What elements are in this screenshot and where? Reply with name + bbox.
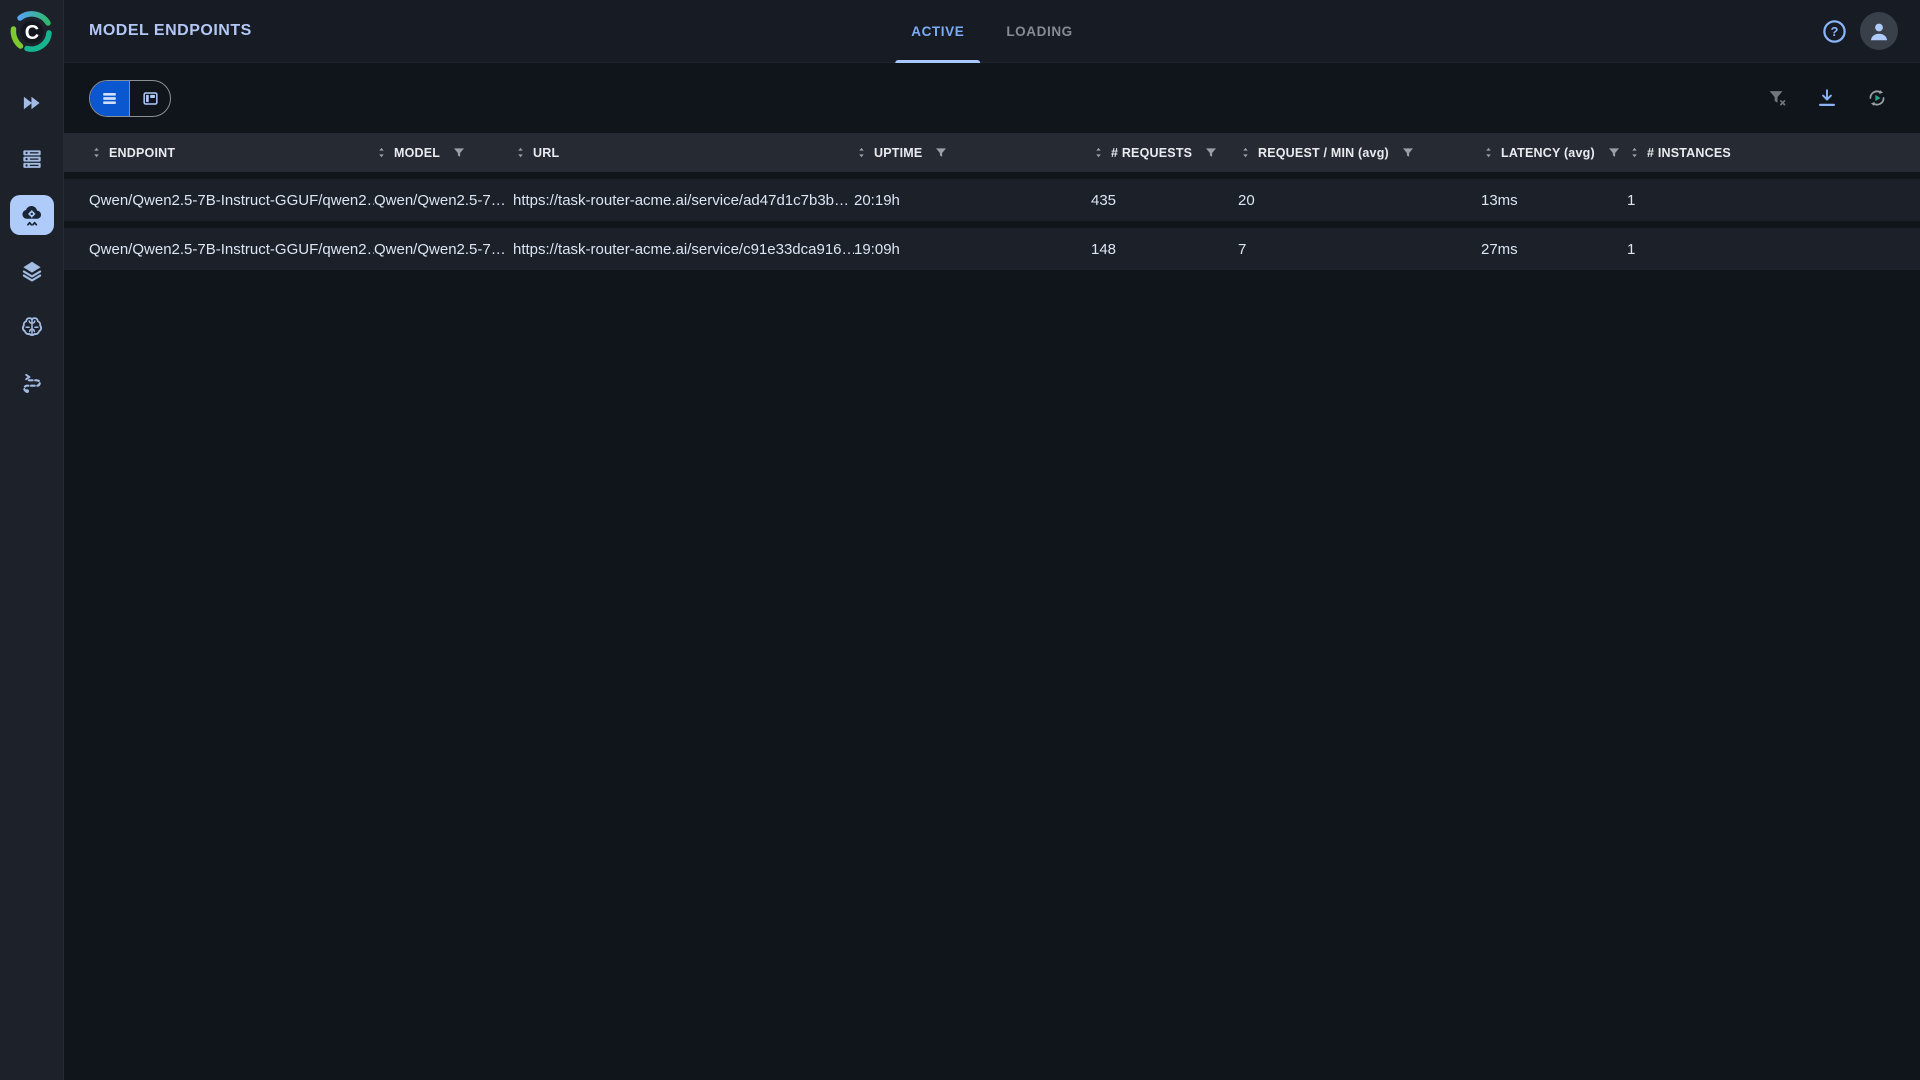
cell-request-per-min: 20 — [1238, 192, 1481, 209]
column-header-requests[interactable]: # REQUESTS — [1091, 145, 1238, 160]
filter-icon[interactable] — [1401, 146, 1415, 160]
content: ENDPOINT MODEL URL UPTIME — [64, 63, 1920, 270]
fast-forward-icon — [19, 90, 45, 116]
clear-filters-button[interactable] — [1766, 87, 1788, 109]
sidebar-item-route[interactable] — [10, 363, 54, 403]
app-bar: MODEL ENDPOINTS ACTIVE LOADING ? — [64, 0, 1920, 63]
sidebar-item-fast-forward[interactable] — [10, 83, 54, 123]
main-area: MODEL ENDPOINTS ACTIVE LOADING ? — [63, 0, 1920, 1080]
filter-icon[interactable] — [452, 146, 466, 160]
cell-endpoint[interactable]: Qwen/Qwen2.5-7B-Instruct-GGUF/qwen2… — [89, 192, 374, 209]
column-header-endpoint[interactable]: ENDPOINT — [89, 145, 374, 160]
tab-active-label: ACTIVE — [911, 24, 964, 39]
cell-url[interactable]: https://task-router-acme.ai/service/c91e… — [513, 241, 854, 258]
brain-icon — [19, 314, 45, 340]
sidebar-item-server[interactable] — [10, 139, 54, 179]
column-header-request-per-min[interactable]: REQUEST / MIN (avg) — [1238, 145, 1481, 160]
column-label: # INSTANCES — [1647, 146, 1731, 160]
cell-model: Qwen/Qwen2.5-7… — [374, 241, 513, 258]
filter-icon[interactable] — [1204, 146, 1218, 160]
tab-loading-label: LOADING — [1006, 24, 1072, 39]
cell-uptime: 19:09h — [854, 241, 1091, 258]
column-header-latency[interactable]: LATENCY (avg) — [1481, 145, 1627, 160]
toolbar — [64, 63, 1920, 133]
logo-c-icon: C — [8, 8, 56, 56]
sort-icon[interactable] — [1091, 145, 1106, 160]
tab-bar: ACTIVE LOADING — [891, 0, 1093, 62]
auto-refresh-button[interactable] — [1866, 87, 1888, 109]
svg-text:?: ? — [1831, 24, 1839, 39]
download-icon — [1816, 87, 1838, 109]
cell-url[interactable]: https://task-router-acme.ai/service/ad47… — [513, 192, 854, 209]
table-row[interactable]: Qwen/Qwen2.5-7B-Instruct-GGUF/qwen2… Qwe… — [64, 179, 1920, 221]
view-toggle — [89, 80, 171, 117]
sort-icon[interactable] — [374, 145, 389, 160]
page-title: MODEL ENDPOINTS — [89, 22, 252, 40]
endpoints-table: ENDPOINT MODEL URL UPTIME — [64, 133, 1920, 270]
sidebar-nav — [10, 63, 54, 403]
toolbar-actions — [1766, 87, 1888, 109]
cell-latency: 27ms — [1481, 241, 1627, 258]
column-header-uptime[interactable]: UPTIME — [854, 145, 1091, 160]
cell-requests: 435 — [1091, 192, 1238, 209]
column-header-instances[interactable]: # INSTANCES — [1627, 145, 1920, 160]
column-header-url[interactable]: URL — [513, 145, 854, 160]
user-avatar-icon — [1866, 18, 1892, 44]
sort-icon[interactable] — [1481, 145, 1496, 160]
help-button[interactable]: ? — [1821, 18, 1848, 45]
filter-icon[interactable] — [934, 146, 948, 160]
cell-instances: 1 — [1627, 192, 1920, 209]
server-icon — [19, 146, 45, 172]
cell-model: Qwen/Qwen2.5-7… — [374, 192, 513, 209]
column-label: ENDPOINT — [109, 146, 175, 160]
help-icon: ? — [1821, 18, 1848, 45]
tab-active[interactable]: ACTIVE — [891, 0, 984, 62]
column-label: MODEL — [394, 146, 440, 160]
card-view-icon — [141, 89, 160, 108]
sort-icon[interactable] — [513, 145, 528, 160]
filter-icon[interactable] — [1607, 146, 1621, 160]
filter-clear-icon — [1766, 87, 1788, 109]
sort-icon[interactable] — [1238, 145, 1253, 160]
table-row[interactable]: Qwen/Qwen2.5-7B-Instruct-GGUF/qwen2… Qwe… — [64, 228, 1920, 270]
sidebar-item-brain[interactable] — [10, 307, 54, 347]
sidebar-item-layers[interactable] — [10, 251, 54, 291]
tab-loading[interactable]: LOADING — [986, 0, 1092, 62]
cell-requests: 148 — [1091, 241, 1238, 258]
cell-latency: 13ms — [1481, 192, 1627, 209]
svg-text:C: C — [24, 22, 38, 44]
download-button[interactable] — [1816, 87, 1838, 109]
table-header-row: ENDPOINT MODEL URL UPTIME — [64, 133, 1920, 172]
table-view-button[interactable] — [90, 81, 130, 116]
cell-uptime: 20:19h — [854, 192, 1091, 209]
auto-refresh-icon — [1866, 87, 1888, 109]
column-label: LATENCY (avg) — [1501, 146, 1595, 160]
card-view-button[interactable] — [130, 81, 170, 116]
sort-icon[interactable] — [854, 145, 869, 160]
app-logo[interactable]: C — [0, 0, 63, 63]
cloud-gear-icon — [19, 202, 45, 228]
sort-icon[interactable] — [1627, 145, 1642, 160]
column-label: REQUEST / MIN (avg) — [1258, 146, 1389, 160]
sidebar-item-model-endpoints[interactable] — [10, 195, 54, 235]
table-view-icon — [100, 89, 119, 108]
app-root: C — [0, 0, 1920, 1080]
user-avatar-button[interactable] — [1860, 12, 1898, 50]
sidebar: C — [0, 0, 63, 1080]
sort-icon[interactable] — [89, 145, 104, 160]
column-label: # REQUESTS — [1111, 146, 1192, 160]
column-header-model[interactable]: MODEL — [374, 145, 513, 160]
cell-request-per-min: 7 — [1238, 241, 1481, 258]
column-label: URL — [533, 146, 559, 160]
appbar-actions: ? — [1821, 12, 1898, 50]
cell-instances: 1 — [1627, 241, 1920, 258]
column-label: UPTIME — [874, 146, 922, 160]
layers-icon — [19, 258, 45, 284]
active-tab-underline — [895, 60, 980, 63]
cell-endpoint[interactable]: Qwen/Qwen2.5-7B-Instruct-GGUF/qwen2… — [89, 241, 374, 258]
route-icon — [19, 370, 45, 396]
